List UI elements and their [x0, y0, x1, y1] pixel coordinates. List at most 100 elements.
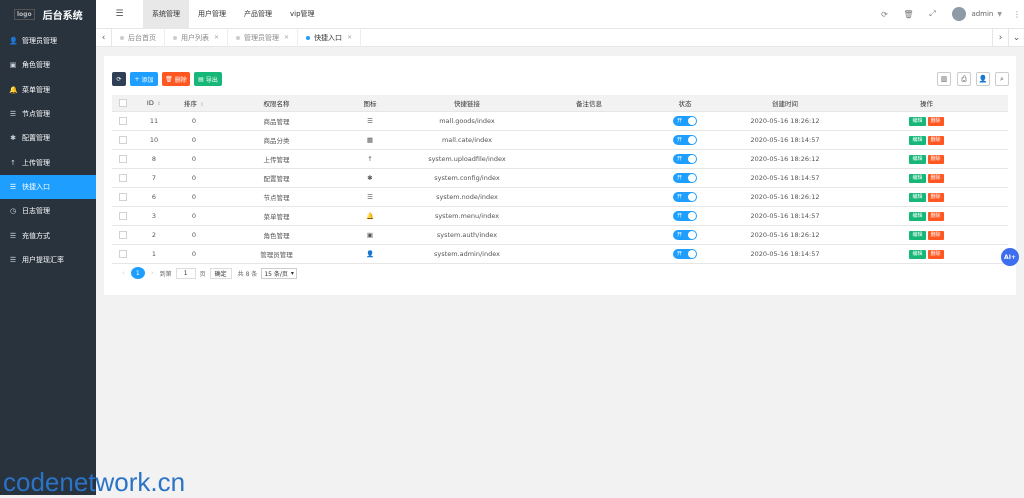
sidebar-item-2[interactable]: 🔔 菜单管理 — [0, 78, 96, 102]
row-checkbox[interactable] — [119, 154, 127, 163]
refresh-button[interactable]: ⟳ — [112, 72, 126, 86]
export-button[interactable]: ▤ 导出 — [194, 72, 222, 86]
edit-button[interactable]: 编辑 — [909, 192, 926, 202]
user-icon[interactable]: 👤 — [976, 72, 990, 86]
trash-icon[interactable]: 🗑 — [896, 10, 920, 19]
col-id[interactable]: ID ⇕ — [134, 95, 174, 112]
sidebar-item-7[interactable]: ◷ 日志管理 — [0, 199, 96, 223]
page-size-select[interactable]: 15 条/页 ▾ — [261, 267, 297, 279]
chevron-down-icon: ▾ — [290, 269, 294, 277]
row-checkbox[interactable] — [119, 249, 127, 258]
delete-row-button[interactable]: 删除 — [927, 154, 944, 164]
cell-link: system.admin/index — [401, 244, 533, 264]
row-checkbox[interactable] — [119, 192, 127, 201]
delete-row-button[interactable]: 删除 — [927, 211, 944, 221]
status-toggle[interactable]: 开 — [673, 153, 697, 164]
close-icon[interactable]: ✕ — [347, 34, 352, 41]
delete-button[interactable]: 🗑 删除 — [162, 72, 190, 86]
prev-page-icon[interactable]: ‹ — [122, 269, 125, 277]
row-checkbox[interactable] — [119, 116, 127, 125]
refresh-icon[interactable]: ⟳ — [872, 10, 896, 19]
chevron-left-icon[interactable]: ‹ — [96, 28, 112, 47]
edit-button[interactable]: 编辑 — [909, 135, 926, 145]
col-sort[interactable]: 排序 ⇕ — [174, 95, 214, 112]
username[interactable]: admin — [971, 10, 993, 18]
row-checkbox[interactable] — [119, 173, 127, 182]
more-icon[interactable]: ⋮ — [1010, 10, 1024, 19]
cell-created: 2020-05-16 18:26:12 — [725, 225, 845, 245]
status-toggle[interactable]: 开 — [673, 115, 697, 126]
tab-0[interactable]: 后台首页 — [112, 28, 165, 47]
sort-icon[interactable]: ⇕ — [200, 102, 204, 108]
add-button[interactable]: + 添加 — [130, 72, 158, 86]
edit-button[interactable]: 编辑 — [909, 211, 926, 221]
status-toggle[interactable]: 开 — [673, 248, 697, 259]
top-nav-item-0[interactable]: 系统管理 — [143, 0, 189, 29]
tab-3[interactable]: 快捷入口 ✕ — [298, 28, 362, 47]
table-row: 8 0 上传管理 ↑ system.uploadfile/index 开 2020-05-1… — [112, 149, 1008, 169]
delete-row-button[interactable]: 删除 — [927, 173, 944, 183]
tab-1[interactable]: 用户列表 ✕ — [165, 28, 229, 47]
cell-remark — [533, 111, 645, 131]
search-icon[interactable]: ⌕ — [995, 72, 1009, 86]
print-icon[interactable]: ⎙ — [957, 72, 971, 86]
avatar[interactable] — [952, 7, 967, 21]
delete-row-button[interactable]: 删除 — [927, 116, 944, 126]
status-label: 开 — [677, 156, 683, 162]
cell-remark — [533, 149, 645, 169]
sidebar-item-0[interactable]: 👤 管理员管理 — [0, 29, 96, 53]
edit-button[interactable]: 编辑 — [909, 230, 926, 240]
columns-icon[interactable]: ▥ — [937, 72, 951, 86]
col-name: 权限名称 — [214, 95, 339, 112]
chevron-down-icon[interactable]: ▼ — [997, 11, 1002, 18]
row-checkbox[interactable] — [119, 230, 127, 239]
delete-row-button[interactable]: 删除 — [927, 135, 944, 145]
sort-icon[interactable]: ⇕ — [157, 101, 161, 107]
sidebar-item-4[interactable]: ✱ 配置管理 — [0, 126, 96, 150]
top-nav-item-2[interactable]: 产品管理 — [235, 0, 281, 29]
menu-toggle-icon[interactable]: ☰ — [96, 9, 143, 19]
next-page-icon[interactable]: › — [151, 269, 154, 277]
sidebar-item-3[interactable]: ☰ 节点管理 — [0, 102, 96, 126]
logo[interactable]: logo 后台系统 — [0, 0, 96, 29]
edit-button[interactable]: 编辑 — [909, 154, 926, 164]
fullscreen-icon[interactable]: ⤢ — [920, 9, 944, 19]
status-toggle[interactable]: 开 — [673, 172, 697, 183]
chevron-right-icon[interactable]: › — [992, 28, 1008, 47]
page-1-button[interactable]: 1 — [130, 267, 145, 279]
close-icon[interactable]: ✕ — [214, 34, 219, 41]
confirm-button[interactable]: 确定 — [209, 267, 232, 279]
row-checkbox[interactable] — [119, 211, 127, 220]
status-toggle[interactable]: 开 — [673, 229, 697, 240]
select-all-checkbox[interactable] — [119, 98, 127, 107]
sidebar-item-6[interactable]: ☰ 快捷入口 — [0, 174, 96, 200]
delete-row-button[interactable]: 删除 — [927, 192, 944, 202]
ai-assistant-button[interactable]: AI+ — [1001, 248, 1019, 266]
sidebar-item-8[interactable]: ☰ 充值方式 — [0, 223, 96, 247]
status-toggle[interactable]: 开 — [673, 191, 697, 202]
close-icon[interactable]: ✕ — [284, 34, 289, 41]
top-nav-item-3[interactable]: vip管理 — [281, 0, 324, 29]
toggle-knob — [688, 116, 696, 125]
delete-row-button[interactable]: 删除 — [927, 230, 944, 240]
sidebar-item-5[interactable]: ↑ 上传管理 — [0, 150, 96, 174]
page-input[interactable]: 1 — [175, 267, 196, 279]
row-checkbox[interactable] — [119, 135, 127, 144]
cell-status: 开 — [645, 168, 725, 188]
status-toggle[interactable]: 开 — [673, 210, 697, 221]
cell-sort: 0 — [174, 244, 214, 264]
tab-label: 管理员管理 — [244, 33, 280, 42]
delete-row-button[interactable]: 删除 — [927, 249, 944, 259]
table-row: 10 0 商品分类 ▦ mall.cate/index 开 2020-05-16 18:14… — [112, 130, 1008, 150]
sidebar-item-1[interactable]: ▣ 角色管理 — [0, 53, 96, 77]
cell-sort: 0 — [174, 130, 214, 150]
status-label: 开 — [677, 232, 683, 238]
edit-button[interactable]: 编辑 — [909, 249, 926, 259]
sidebar-item-9[interactable]: ☰ 用户提现汇率 — [0, 248, 96, 272]
chevron-down-icon[interactable]: ⌄ — [1008, 28, 1024, 47]
status-toggle[interactable]: 开 — [673, 134, 697, 145]
edit-button[interactable]: 编辑 — [909, 173, 926, 183]
top-nav-item-1[interactable]: 用户管理 — [189, 0, 235, 29]
tab-2[interactable]: 管理员管理 ✕ — [228, 28, 299, 47]
edit-button[interactable]: 编辑 — [909, 116, 926, 126]
